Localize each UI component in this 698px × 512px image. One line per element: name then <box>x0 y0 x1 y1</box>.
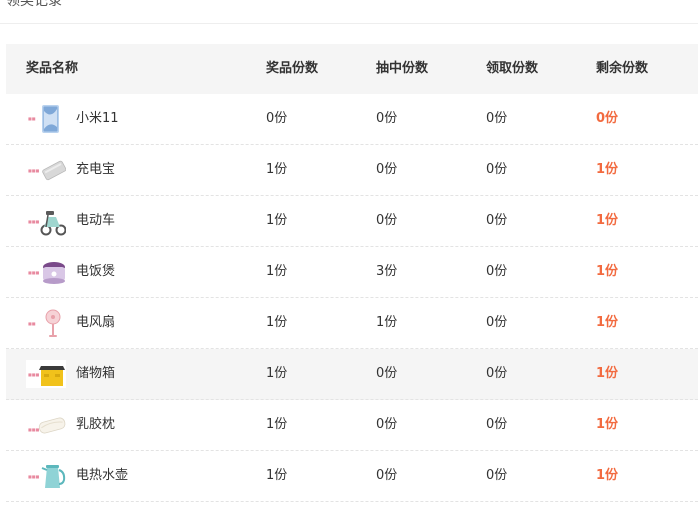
table-row: ■■■ 充电宝 1份 0份 0份 1份 <box>6 145 698 196</box>
header-drawn-count: 抽中份数 <box>376 61 429 76</box>
header-prize-name: 奖品名称 <box>26 61 79 76</box>
drawn-count: 0份 <box>376 213 398 228</box>
remaining-count: 1份 <box>596 468 619 483</box>
drawn-count: 0份 <box>376 468 398 483</box>
fan-image: ■■ <box>26 307 66 339</box>
remaining-count: 1份 <box>596 366 619 381</box>
claimed-count: 0份 <box>486 315 508 330</box>
storage-box-image: ■■■ <box>26 358 66 390</box>
svg-text:■■■: ■■■ <box>28 270 40 275</box>
table-header-row: 奖品名称 奖品份数 抽中份数 领取份数 剩余份数 <box>6 44 698 94</box>
header-prize-total: 奖品份数 <box>266 61 319 76</box>
claimed-count: 0份 <box>486 213 508 228</box>
drawn-count: 1份 <box>376 315 398 330</box>
prize-name: 充电宝 <box>76 162 116 177</box>
table-row: ■■■ 电动车 1份 0份 0份 1份 <box>6 196 698 247</box>
prize-name: 电动车 <box>76 213 116 228</box>
table-row: ■■■ 乳胶枕 1份 0份 0份 1份 <box>6 400 698 451</box>
prize-name: 电饭煲 <box>76 264 116 279</box>
phone-image: ■■ <box>26 103 66 135</box>
prize-name: 电风扇 <box>76 315 116 330</box>
table-row: ■■■ 电热水壶 1份 0份 0份 1份 <box>6 451 698 502</box>
svg-text:■■■: ■■■ <box>28 474 40 479</box>
prize-total: 1份 <box>266 213 288 228</box>
svg-text:■■■: ■■■ <box>28 372 40 377</box>
claimed-count: 0份 <box>486 111 508 126</box>
table-row: ■■ 电风扇 1份 1份 0份 1份 <box>6 298 698 349</box>
svg-text:■■■: ■■■ <box>28 168 40 173</box>
prize-total: 1份 <box>266 162 288 177</box>
remaining-count: 1份 <box>596 213 619 228</box>
prize-total: 1份 <box>266 366 288 381</box>
remaining-count: 0份 <box>596 111 619 126</box>
drawn-count: 0份 <box>376 111 398 126</box>
claimed-count: 0份 <box>486 366 508 381</box>
prize-name: 储物箱 <box>76 366 116 381</box>
power-bank-image: ■■■ <box>26 154 66 186</box>
header-remaining-count: 剩余份数 <box>596 61 649 76</box>
remaining-count: 1份 <box>596 162 619 177</box>
kettle-image: ■■■ <box>26 460 66 492</box>
claimed-count: 0份 <box>486 264 508 279</box>
prize-name: 电热水壶 <box>76 468 129 483</box>
svg-text:■■■: ■■■ <box>28 427 40 432</box>
table-row: ■■ 小米11 0份 0份 0份 0份 <box>6 94 698 145</box>
prize-total: 1份 <box>266 417 288 432</box>
prize-total: 1份 <box>266 264 288 279</box>
prize-name: 小米11 <box>76 111 119 126</box>
pillow-image: ■■■ <box>26 409 66 441</box>
table-row: ■■■ 储物箱 1份 0份 0份 1份 <box>6 349 698 400</box>
prize-total: 0份 <box>266 111 288 126</box>
claimed-count: 0份 <box>486 162 508 177</box>
prize-name: 乳胶枕 <box>76 417 116 432</box>
claimed-count: 0份 <box>486 417 508 432</box>
drawn-count: 0份 <box>376 417 398 432</box>
remaining-count: 1份 <box>596 417 619 432</box>
svg-text:■■: ■■ <box>28 116 36 121</box>
e-scooter-image: ■■■ <box>26 205 66 237</box>
remaining-count: 1份 <box>596 264 619 279</box>
header-claimed-count: 领取份数 <box>486 61 539 76</box>
prize-total: 1份 <box>266 315 288 330</box>
page-title: 领奖记录 <box>6 0 62 9</box>
table-row: ■■■ 电饭煲 1份 3份 0份 1份 <box>6 247 698 298</box>
prize-records-page: 领奖记录 奖品名称 奖品份数 抽中份数 领取份数 剩余份数 ■■ 小米11 0份… <box>0 0 698 512</box>
rice-cooker-image: ■■■ <box>26 256 66 288</box>
prize-total: 1份 <box>266 468 288 483</box>
drawn-count: 0份 <box>376 366 398 381</box>
prize-table: 奖品名称 奖品份数 抽中份数 领取份数 剩余份数 ■■ 小米11 0份 0份 0… <box>6 44 698 502</box>
page-header: 领奖记录 <box>0 0 698 24</box>
drawn-count: 0份 <box>376 162 398 177</box>
claimed-count: 0份 <box>486 468 508 483</box>
drawn-count: 3份 <box>376 264 398 279</box>
remaining-count: 1份 <box>596 315 619 330</box>
svg-text:■■■: ■■■ <box>28 219 40 224</box>
svg-text:■■: ■■ <box>28 321 36 326</box>
